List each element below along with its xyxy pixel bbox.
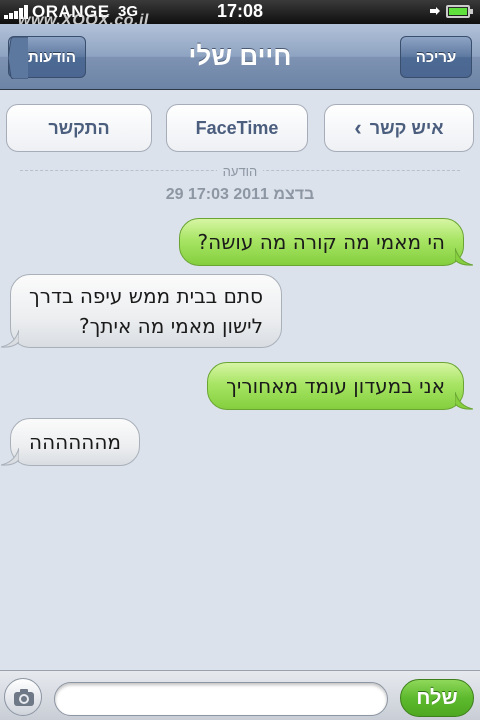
message-bubble-sent[interactable]: אני במעדון עומד מאחוריך [207,362,473,410]
message-text-line: לישון מאמי מה איתך? [78,314,263,338]
message-bubble-received[interactable]: מהההההה [1,418,140,466]
message-text: מהההההה [29,430,121,454]
message-text: הי מאמי מה קורה מה עושה? [197,230,445,254]
send-button-label: שלח [416,686,458,709]
facetime-button-label: FaceTime [195,117,279,138]
camera-icon [14,689,34,706]
edit-button[interactable]: עריכה [400,36,472,78]
compose-toolbar: שלח [0,670,480,720]
status-bar: ORANGE 3G www.XOOX.co.il 17:08 [0,0,480,29]
send-button[interactable]: שלח [400,679,474,717]
message-bubble-received[interactable]: סתם בבית ממש עיפה בדרך לישון מאמי מה אית… [1,274,282,348]
nav-bar: הודעות חיים שלי עריכה [0,24,480,90]
contact-button[interactable]: ‹ איש קשר [324,104,474,152]
message-text: אני במעדון עומד מאחוריך [226,374,445,398]
message-text-line: סתם בבית ממש עיפה בדרך [29,284,263,308]
bubble-tail [1,448,19,466]
facetime-button[interactable]: FaceTime [166,104,308,152]
message-input[interactable] [54,682,388,716]
call-button[interactable]: התקשר [6,104,152,152]
bubble-tail [1,330,19,348]
bubble-tail [455,392,473,410]
timestamp-label-text: הודעה [216,164,264,179]
plug-icon [430,7,440,15]
edit-button-label: עריכה [415,48,457,66]
camera-button[interactable] [4,678,42,716]
status-clock: 17:08 [216,1,264,21]
call-button-label: התקשר [48,117,110,138]
timestamp-date: 29 בדצמ 2011 17:03 [165,186,315,203]
chevron-left-icon: ‹ [354,115,362,140]
message-bubble-sent[interactable]: הי מאמי מה קורה מה עושה? [178,218,473,266]
bubble-tail [455,248,473,266]
contact-button-label: איש קשר [369,117,444,138]
battery-icon [446,5,473,18]
timestamp-label: הודעה [0,163,480,181]
